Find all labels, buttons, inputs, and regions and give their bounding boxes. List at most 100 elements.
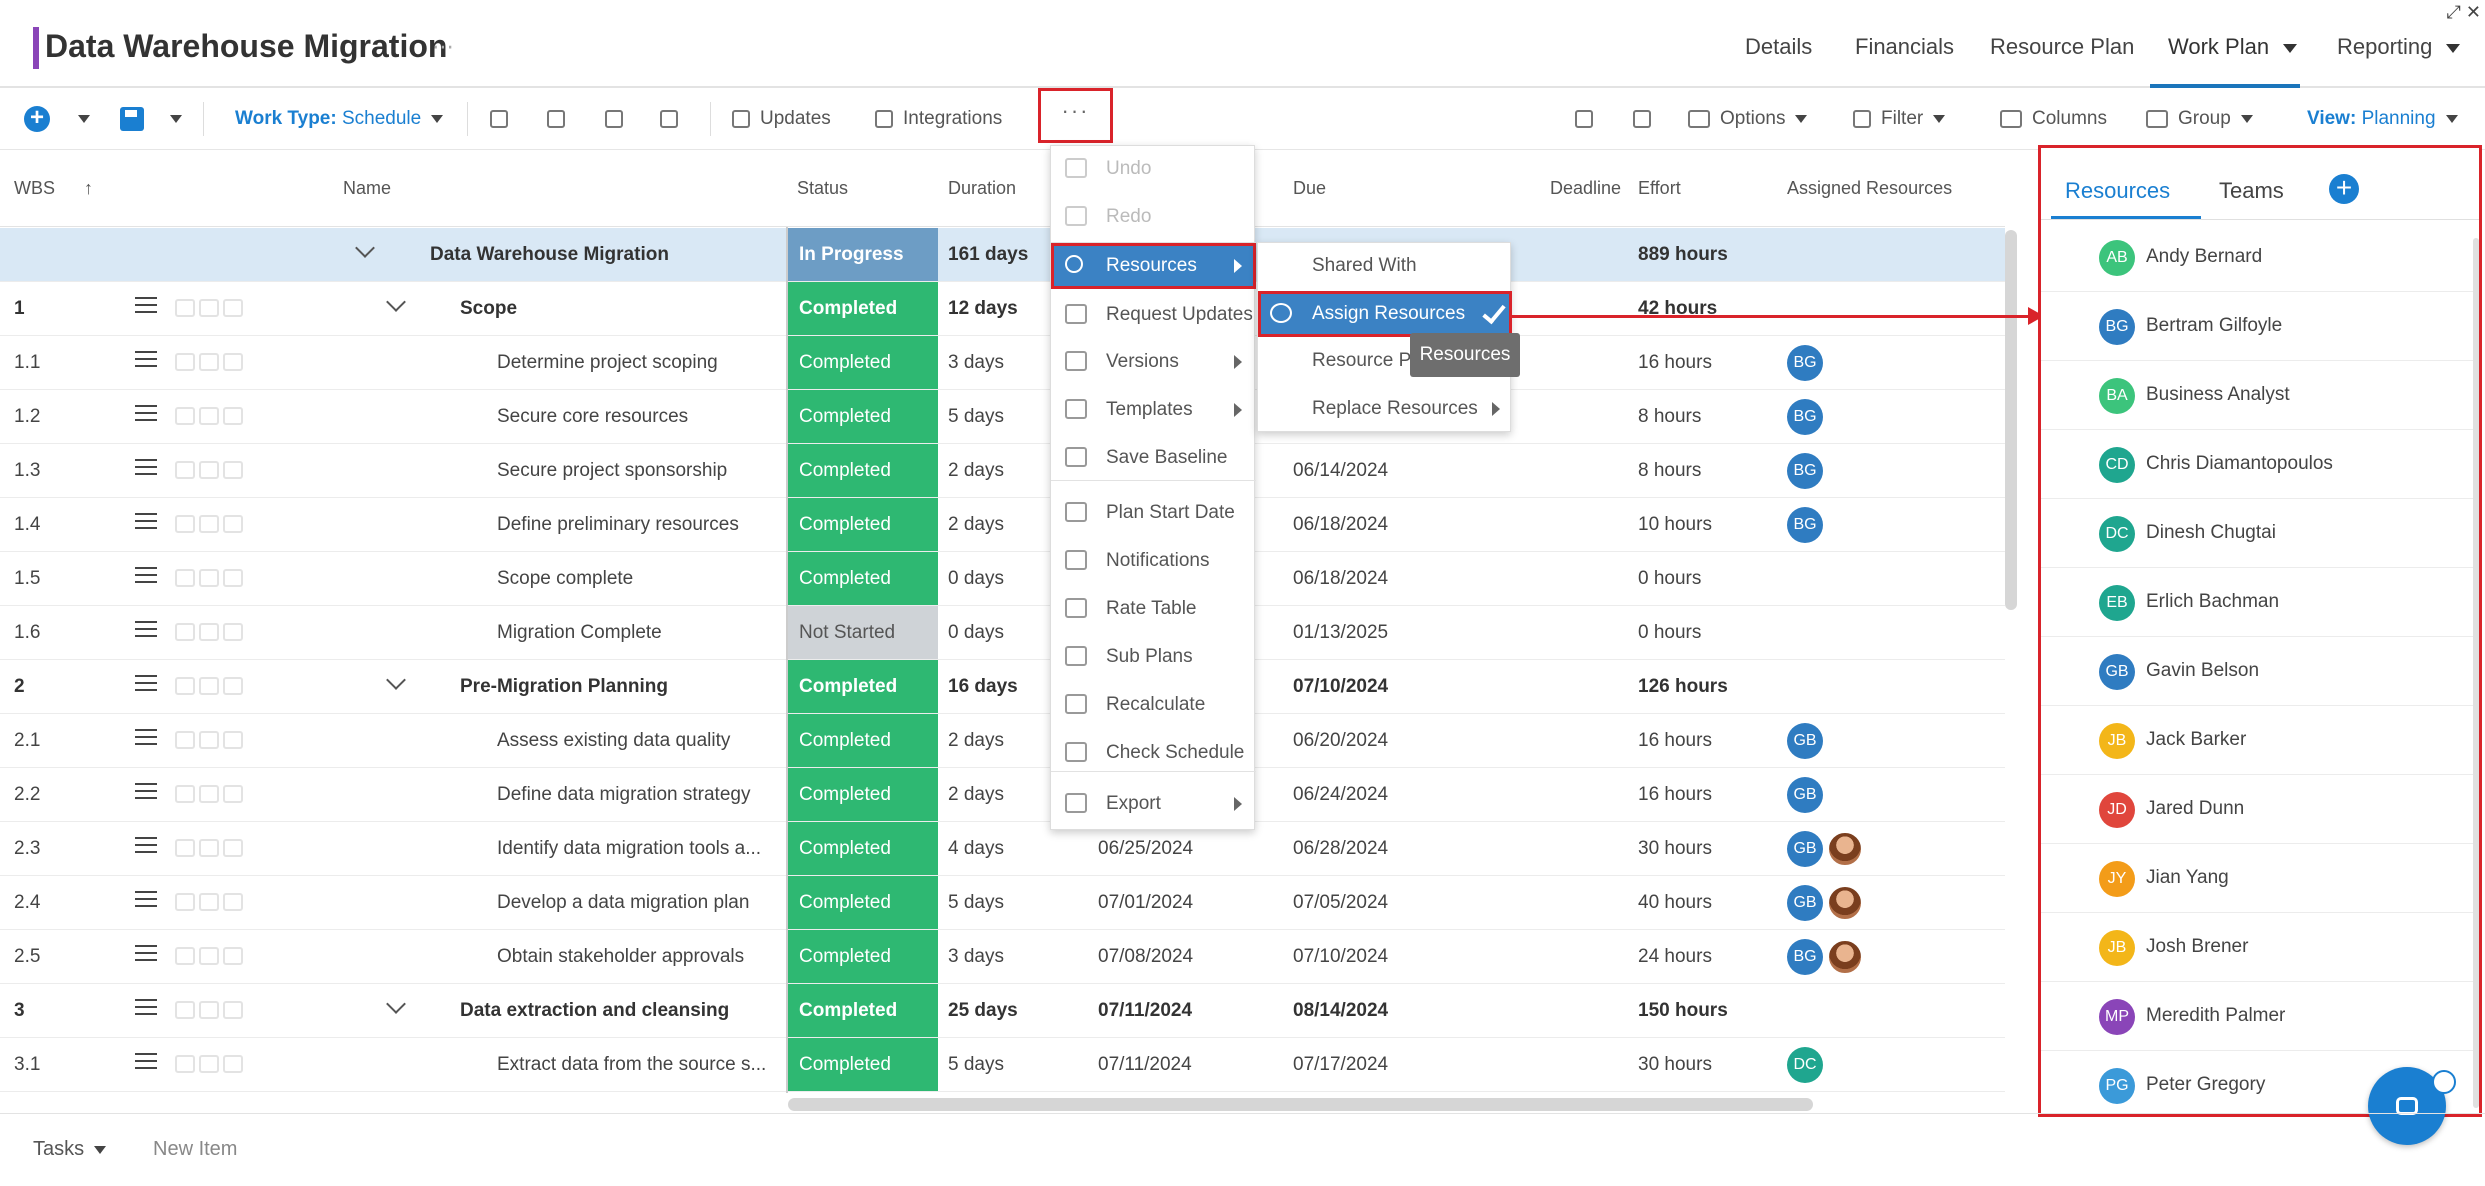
avatar[interactable] xyxy=(1827,831,1863,867)
cell-name[interactable]: Data Warehouse Migration xyxy=(430,244,669,266)
cell-due[interactable]: 07/17/2024 xyxy=(1293,1054,1388,1076)
save-dropdown[interactable] xyxy=(160,108,182,130)
drag-handle-icon[interactable] xyxy=(135,945,157,966)
row-action-icons[interactable] xyxy=(175,947,255,967)
cell-name[interactable]: Migration Complete xyxy=(497,622,662,644)
view-dropdown[interactable]: View: Planning xyxy=(2307,108,2458,130)
cell-due[interactable]: 06/24/2024 xyxy=(1293,784,1388,806)
avatar[interactable]: BG xyxy=(1787,345,1823,381)
col-status[interactable]: Status xyxy=(797,178,848,199)
grid-horizontal-scrollbar[interactable] xyxy=(788,1098,1813,1111)
menu-item-recalculate[interactable]: Recalculate xyxy=(1051,682,1256,728)
drag-handle-icon[interactable] xyxy=(135,351,157,372)
cell-duration[interactable]: 16 days xyxy=(948,676,1018,698)
drag-handle-icon[interactable] xyxy=(135,999,157,1020)
window-controls-icon[interactable]: ⤢ ✕ xyxy=(2447,2,2481,23)
cell-effort[interactable]: 8 hours xyxy=(1638,406,1701,428)
row-action-icons[interactable] xyxy=(175,893,255,913)
panel-scrollbar[interactable] xyxy=(2473,238,2479,1108)
unlink-icon[interactable] xyxy=(660,108,688,130)
resource-item[interactable]: AB Andy Bernard xyxy=(2041,223,2479,292)
row-action-icons[interactable] xyxy=(175,623,255,643)
cell-due[interactable]: 01/13/2025 xyxy=(1293,622,1388,644)
cell-duration[interactable]: 4 days xyxy=(948,838,1004,860)
cell-name[interactable]: Define preliminary resources xyxy=(497,514,739,536)
cell-duration[interactable]: 0 days xyxy=(948,622,1004,644)
menu-item-save-baseline[interactable]: Save Baseline xyxy=(1051,435,1256,481)
cell-due[interactable]: 07/05/2024 xyxy=(1293,892,1388,914)
drag-handle-icon[interactable] xyxy=(135,513,157,534)
row-action-icons[interactable] xyxy=(175,353,255,373)
more-actions-button[interactable]: ··· xyxy=(1038,88,1113,143)
cell-effort[interactable]: 150 hours xyxy=(1638,1000,1728,1022)
row-action-icons[interactable] xyxy=(175,461,255,481)
status-badge[interactable]: Not Started xyxy=(788,606,938,659)
table-row[interactable]: 2.3 Identify data migration tools a... Com… xyxy=(0,822,2005,876)
resource-item[interactable]: JB Josh Brener xyxy=(2041,913,2479,982)
title-more-icon[interactable]: ⋯ xyxy=(432,34,455,60)
table-row[interactable]: 2.4 Develop a data migration plan Complete… xyxy=(0,876,2005,930)
drag-handle-icon[interactable] xyxy=(135,729,157,750)
resource-item[interactable]: MP Meredith Palmer xyxy=(2041,982,2479,1051)
avatar[interactable] xyxy=(1827,939,1863,975)
table-row[interactable]: 3 Data extraction and cleansing Completed 2… xyxy=(0,984,2005,1038)
resource-item[interactable]: BG Bertram Gilfoyle xyxy=(2041,292,2479,361)
table-row[interactable]: 1.1 Determine project scoping Completed 3 d… xyxy=(0,336,2005,390)
cell-due[interactable]: 08/14/2024 xyxy=(1293,1000,1388,1022)
resource-item[interactable]: JY Jian Yang xyxy=(2041,844,2479,913)
cell-effort[interactable]: 8 hours xyxy=(1638,460,1701,482)
add-dropdown[interactable] xyxy=(68,108,90,130)
drag-handle-icon[interactable] xyxy=(135,621,157,642)
resource-item[interactable]: JB Jack Barker xyxy=(2041,706,2479,775)
table-row[interactable]: 3.1 Extract data from the source s... Comp… xyxy=(0,1038,2005,1092)
cell-duration[interactable]: 2 days xyxy=(948,514,1004,536)
options-dropdown[interactable]: Options xyxy=(1688,108,1808,130)
status-badge[interactable]: Completed xyxy=(788,498,938,551)
drag-handle-icon[interactable] xyxy=(135,567,157,588)
status-badge[interactable]: Completed xyxy=(788,930,938,983)
sort-up-icon[interactable]: ↑ xyxy=(84,178,93,199)
col-assigned[interactable]: Assigned Resources xyxy=(1787,178,1952,199)
cell-duration[interactable]: 5 days xyxy=(948,1054,1004,1076)
table-row[interactable]: 1.6 Migration Complete Not Started 0 days 01… xyxy=(0,606,2005,660)
table-row[interactable]: 1 Scope Completed 12 days 42 hours xyxy=(0,282,2005,336)
cell-duration[interactable]: 3 days xyxy=(948,946,1004,968)
cell-name[interactable]: Obtain stakeholder approvals xyxy=(497,946,744,968)
row-action-icons[interactable] xyxy=(175,299,255,319)
drag-handle-icon[interactable] xyxy=(135,837,157,858)
avatar[interactable]: GB xyxy=(1787,723,1823,759)
link-icon[interactable] xyxy=(605,108,633,130)
cell-duration[interactable]: 5 days xyxy=(948,406,1004,428)
col-due[interactable]: Due xyxy=(1293,178,1326,199)
tab-work-plan[interactable]: Work Plan xyxy=(2168,34,2298,60)
col-deadline[interactable]: Deadline xyxy=(1550,178,1621,199)
menu-item-export[interactable]: Export xyxy=(1051,781,1256,827)
table-row[interactable]: 2.1 Assess existing data quality Completed… xyxy=(0,714,2005,768)
cell-duration[interactable]: 3 days xyxy=(948,352,1004,374)
avatar[interactable]: BG xyxy=(1787,399,1823,435)
cell-due[interactable]: 07/10/2024 xyxy=(1293,676,1388,698)
cell-name[interactable]: Identify data migration tools a... xyxy=(497,838,761,860)
cell-effort[interactable]: 0 hours xyxy=(1638,622,1701,644)
status-badge[interactable]: Completed xyxy=(788,282,938,335)
avatar[interactable]: BG xyxy=(1787,507,1823,543)
row-action-icons[interactable] xyxy=(175,407,255,427)
drag-handle-icon[interactable] xyxy=(135,783,157,804)
table-row[interactable]: 2.2 Define data migration strategy Complet… xyxy=(0,768,2005,822)
status-badge[interactable]: Completed xyxy=(788,984,938,1037)
resource-item[interactable]: CD Chris Diamantopoulos xyxy=(2041,430,2479,499)
table-row[interactable]: 1.5 Scope complete Completed 0 days 06/18/20… xyxy=(0,552,2005,606)
cell-name[interactable]: Scope complete xyxy=(497,568,633,590)
col-effort[interactable]: Effort xyxy=(1638,178,1681,199)
cell-effort[interactable]: 30 hours xyxy=(1638,1054,1712,1076)
menu-item-redo[interactable]: Redo xyxy=(1051,194,1256,240)
tab-financials[interactable]: Financials xyxy=(1855,34,1954,60)
cell-duration[interactable]: 2 days xyxy=(948,460,1004,482)
cell-name[interactable]: Define data migration strategy xyxy=(497,784,750,806)
submenu-item-replace-resources[interactable]: Replace Resources xyxy=(1258,386,1512,432)
drag-handle-icon[interactable] xyxy=(135,405,157,426)
drag-handle-icon[interactable] xyxy=(135,1053,157,1074)
cell-name[interactable]: Extract data from the source s... xyxy=(497,1054,766,1076)
avatar[interactable] xyxy=(1827,885,1863,921)
submenu-item-shared-with[interactable]: Shared With xyxy=(1258,243,1512,289)
